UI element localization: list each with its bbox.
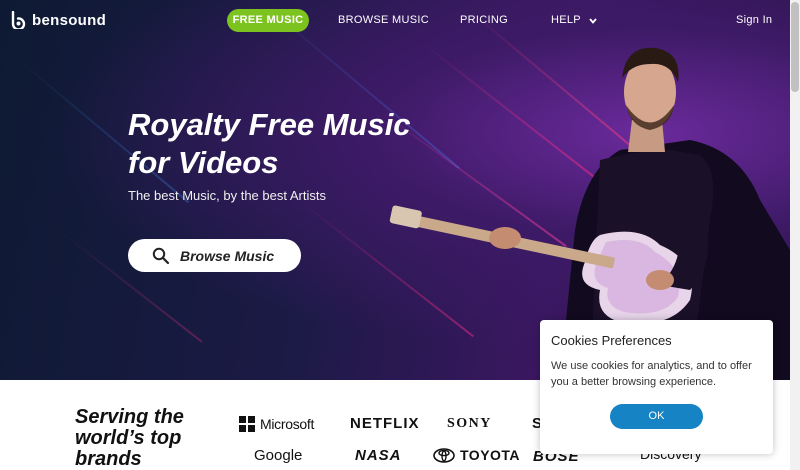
browse-music-label: Browse Music [180, 247, 275, 264]
brand-logo-netflix: NETFLIX [350, 415, 420, 432]
hero-subtitle: The best Music, by the best Artists [128, 188, 326, 203]
brands-heading-line1: Serving the [75, 406, 184, 428]
brands-heading-line2: world’s top [75, 427, 182, 449]
browse-music-button[interactable]: Browse Music [128, 239, 301, 272]
nav-browse-music-link[interactable]: BROWSE MUSIC [338, 9, 429, 32]
sign-in-link[interactable]: Sign In [736, 9, 772, 32]
brand-name: TOYOTA [460, 447, 521, 463]
nav-free-music-button[interactable]: FREE MUSIC [227, 9, 309, 32]
hero-title: Royalty Free Music for Videos [128, 106, 448, 182]
brand-logo-toyota: TOYOTA [433, 447, 520, 463]
cookie-ok-button[interactable]: OK [610, 404, 703, 429]
nav-pricing-link[interactable]: PRICING [460, 9, 508, 32]
brand-name: Microsoft [260, 416, 315, 432]
chevron-down-icon [589, 17, 597, 24]
hero-title-line1: Royalty Free Music [128, 107, 411, 142]
brand-logo-nasa: NASA [355, 447, 402, 464]
microsoft-icon [239, 416, 255, 432]
logo-text: bensound [32, 11, 107, 29]
vertical-scrollbar[interactable] [790, 0, 800, 470]
toyota-emblem-icon [433, 447, 455, 463]
top-navigation: bensound FREE MUSIC BROWSE MUSIC PRICING… [0, 0, 790, 42]
bensound-logo[interactable]: bensound [10, 11, 106, 29]
cookie-preferences-dialog: Cookies Preferences We use cookies for a… [540, 320, 773, 454]
cookie-title: Cookies Preferences [551, 333, 672, 348]
brands-heading: Serving the world’s top brands [75, 407, 215, 470]
brand-logo-microsoft: Microsoft [239, 416, 314, 432]
hero-title-line2: for Videos [128, 145, 279, 180]
brand-logo-sony: SONY [447, 416, 492, 431]
cookie-text: We use cookies for analytics, and to off… [551, 360, 752, 388]
scrollbar-thumb[interactable] [791, 2, 799, 92]
brand-logo-google: Google [254, 447, 303, 464]
nav-help-dropdown[interactable]: HELP [551, 9, 597, 32]
bensound-logo-icon [11, 11, 26, 29]
brands-heading-line3: brands [75, 448, 142, 470]
search-icon [152, 247, 170, 264]
nav-help-label: HELP [551, 14, 581, 26]
